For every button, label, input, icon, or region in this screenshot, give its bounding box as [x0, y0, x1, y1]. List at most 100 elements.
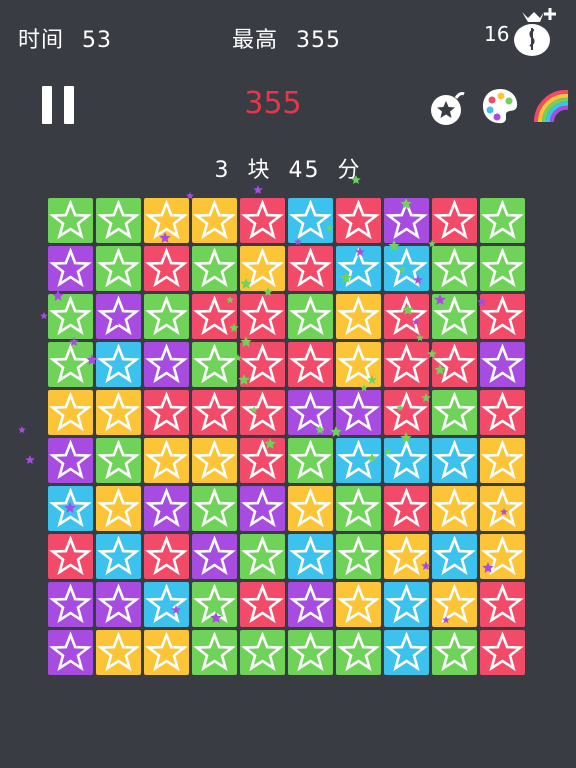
star-tile[interactable] [192, 198, 237, 243]
star-tile[interactable] [192, 438, 237, 483]
star-tile[interactable] [192, 582, 237, 627]
star-tile[interactable] [144, 198, 189, 243]
star-tile[interactable] [480, 438, 525, 483]
star-tile[interactable] [144, 294, 189, 339]
star-tile[interactable] [336, 582, 381, 627]
star-tile[interactable] [480, 534, 525, 579]
star-tile[interactable] [48, 246, 93, 291]
star-tile[interactable] [432, 534, 477, 579]
star-tile[interactable] [432, 438, 477, 483]
star-tile[interactable] [240, 582, 285, 627]
star-tile[interactable] [48, 198, 93, 243]
star-tile[interactable] [240, 534, 285, 579]
star-tile[interactable] [192, 294, 237, 339]
star-bomb-icon[interactable] [428, 88, 468, 128]
star-tile[interactable] [288, 390, 333, 435]
star-tile[interactable] [336, 486, 381, 531]
star-tile[interactable] [192, 246, 237, 291]
star-tile[interactable] [432, 630, 477, 675]
star-tile[interactable] [336, 342, 381, 387]
star-tile[interactable] [240, 630, 285, 675]
star-tile[interactable] [144, 582, 189, 627]
star-tile[interactable] [192, 630, 237, 675]
star-tile[interactable] [336, 534, 381, 579]
star-tile[interactable] [48, 390, 93, 435]
star-tile[interactable] [48, 486, 93, 531]
star-tile[interactable] [48, 582, 93, 627]
star-tile[interactable] [192, 342, 237, 387]
star-tile[interactable] [432, 198, 477, 243]
star-tile[interactable] [432, 246, 477, 291]
star-tile[interactable] [96, 534, 141, 579]
star-tile[interactable] [192, 486, 237, 531]
star-tile[interactable] [336, 198, 381, 243]
star-tile[interactable] [192, 390, 237, 435]
star-tile[interactable] [240, 198, 285, 243]
star-tile[interactable] [432, 342, 477, 387]
star-tile[interactable] [336, 294, 381, 339]
star-tile[interactable] [240, 294, 285, 339]
star-tile[interactable] [480, 630, 525, 675]
star-tile[interactable] [384, 342, 429, 387]
star-tile[interactable] [432, 390, 477, 435]
star-tile[interactable] [96, 438, 141, 483]
star-tile[interactable] [480, 582, 525, 627]
coin-bag-icon[interactable] [510, 8, 558, 60]
star-tile[interactable] [144, 390, 189, 435]
star-tile[interactable] [384, 198, 429, 243]
star-tile[interactable] [480, 198, 525, 243]
star-tile[interactable] [384, 246, 429, 291]
star-tile[interactable] [96, 294, 141, 339]
star-tile[interactable] [240, 486, 285, 531]
star-tile[interactable] [288, 198, 333, 243]
star-tile[interactable] [288, 582, 333, 627]
star-tile[interactable] [288, 534, 333, 579]
star-tile[interactable] [240, 246, 285, 291]
star-tile[interactable] [240, 390, 285, 435]
star-tile[interactable] [480, 486, 525, 531]
star-tile[interactable] [480, 390, 525, 435]
star-tile[interactable] [144, 438, 189, 483]
star-tile[interactable] [96, 630, 141, 675]
palette-icon[interactable] [480, 86, 520, 126]
star-tile[interactable] [48, 630, 93, 675]
star-tile[interactable] [192, 534, 237, 579]
star-tile[interactable] [336, 246, 381, 291]
star-tile[interactable] [480, 246, 525, 291]
star-tile[interactable] [384, 486, 429, 531]
star-tile[interactable] [96, 486, 141, 531]
star-tile[interactable] [288, 246, 333, 291]
star-tile[interactable] [144, 486, 189, 531]
star-tile[interactable] [336, 438, 381, 483]
star-tile[interactable] [384, 294, 429, 339]
star-tile[interactable] [480, 294, 525, 339]
star-tile[interactable] [288, 294, 333, 339]
star-tile[interactable] [96, 390, 141, 435]
star-tile[interactable] [432, 294, 477, 339]
star-tile[interactable] [384, 534, 429, 579]
star-tile[interactable] [96, 582, 141, 627]
star-tile[interactable] [48, 534, 93, 579]
star-tile[interactable] [336, 630, 381, 675]
star-tile[interactable] [96, 246, 141, 291]
star-tile[interactable] [288, 438, 333, 483]
star-tile[interactable] [240, 438, 285, 483]
star-tile[interactable] [96, 198, 141, 243]
star-tile[interactable] [144, 630, 189, 675]
star-tile[interactable] [144, 534, 189, 579]
star-tile[interactable] [384, 438, 429, 483]
star-tile[interactable] [384, 390, 429, 435]
star-tile[interactable] [288, 630, 333, 675]
star-tile[interactable] [336, 390, 381, 435]
rainbow-icon[interactable] [532, 86, 572, 126]
star-tile[interactable] [288, 342, 333, 387]
star-tile[interactable] [48, 294, 93, 339]
star-tile[interactable] [96, 342, 141, 387]
star-tile[interactable] [240, 342, 285, 387]
star-tile[interactable] [288, 486, 333, 531]
star-tile[interactable] [48, 342, 93, 387]
star-tile[interactable] [432, 582, 477, 627]
star-tile[interactable] [384, 582, 429, 627]
star-tile[interactable] [48, 438, 93, 483]
star-tile[interactable] [480, 342, 525, 387]
